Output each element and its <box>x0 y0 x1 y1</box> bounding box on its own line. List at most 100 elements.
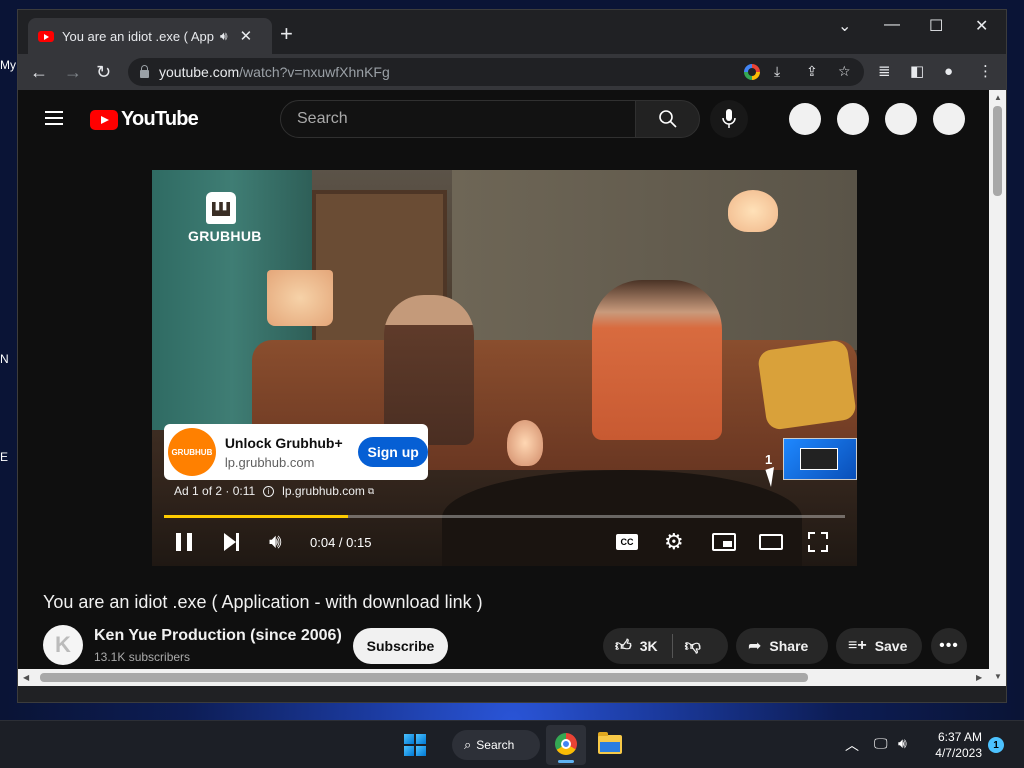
start-button[interactable] <box>404 734 426 756</box>
youtube-favicon-icon <box>38 30 54 42</box>
chevron-up-icon[interactable]: ︿ <box>845 735 859 755</box>
save-label: Save <box>874 638 908 654</box>
ad-avatar[interactable]: GRUBHUB <box>168 428 216 476</box>
header-action-circle[interactable] <box>789 103 821 135</box>
desktop-icon-label[interactable]: E <box>0 450 18 464</box>
address-bar[interactable]: youtube.com /watch?v=nxuwfXhnKFg ⤓ ⇪ ☆ <box>128 58 864 86</box>
speaker-icon[interactable]: 🔊︎ <box>220 29 228 44</box>
horizontal-scroll-thumb[interactable] <box>40 673 808 682</box>
video-player[interactable]: GRUBHUB GRUBHUB Unlock Grubhub+ lp.grubh… <box>152 170 857 566</box>
desktop-icon-label[interactable]: My <box>0 58 18 72</box>
close-window-button[interactable]: ✕ <box>975 16 988 36</box>
tab-strip: You are an idiot .exe ( Application - wi… <box>18 10 1006 54</box>
captions-button[interactable]: CC <box>616 531 638 553</box>
voice-search-button[interactable] <box>710 100 748 138</box>
network-icon[interactable]: 🖵︎ <box>874 735 888 752</box>
channel-avatar[interactable]: K <box>43 625 83 665</box>
like-count[interactable]: 3K <box>640 638 658 654</box>
ad-title[interactable]: Unlock Grubhub+ <box>225 435 352 451</box>
scroll-down-arrow-icon[interactable]: ▼ <box>994 672 1002 681</box>
forward-button[interactable]: → <box>64 60 82 84</box>
youtube-logo[interactable]: YouTube <box>90 108 199 131</box>
progress-bar[interactable] <box>164 515 845 518</box>
channel-name[interactable]: Ken Yue Production (since 2006) <box>94 627 342 645</box>
clock[interactable]: 6:37 AM 4/7/2023 <box>922 729 982 761</box>
up-next-thumbnail[interactable] <box>783 438 857 480</box>
taskbar-search-button[interactable]: ⌕ Search <box>452 730 540 760</box>
up-next-count: 1 <box>765 452 773 467</box>
gear-icon[interactable]: ⚙ <box>664 529 684 554</box>
desktop-icon-label[interactable]: N <box>0 352 18 366</box>
pause-button[interactable] <box>176 531 192 553</box>
scene-pillow <box>756 339 857 431</box>
search-button[interactable] <box>635 100 700 138</box>
scene-pendant-lamp <box>728 190 778 232</box>
hamburger-menu-icon[interactable] <box>45 111 63 125</box>
ad-signup-button[interactable]: Sign up <box>358 437 429 467</box>
header-action-circle[interactable] <box>837 103 869 135</box>
side-panel-icon[interactable]: ◧ <box>910 60 924 84</box>
youtube-play-logo-icon <box>90 109 118 130</box>
tab-search-chevron-icon[interactable]: ⌄ <box>838 16 851 36</box>
google-lens-icon[interactable] <box>744 64 760 80</box>
bookmark-star-icon[interactable]: ☆ <box>838 63 851 80</box>
horizontal-scrollbar[interactable]: ◀ ▶ <box>18 669 990 686</box>
scroll-up-arrow-icon[interactable]: ▲ <box>994 93 1002 102</box>
next-button[interactable] <box>224 531 239 553</box>
scene-lamp <box>267 270 333 326</box>
active-app-indicator <box>558 760 574 763</box>
url-path: /watch?v=nxuwfXhnKFg <box>239 64 390 80</box>
media-controls-icon[interactable]: ≣ <box>878 60 891 84</box>
fullscreen-icon <box>808 532 828 552</box>
account-avatar[interactable] <box>933 103 965 135</box>
scroll-left-arrow-icon[interactable]: ◀ <box>23 673 29 682</box>
tab-close-icon[interactable]: ✕ <box>240 27 253 45</box>
vertical-scrollbar[interactable]: ▲ ▼ <box>989 90 1006 686</box>
taskbar-chrome-button[interactable] <box>546 725 586 765</box>
volume-icon[interactable]: 🔊︎ <box>269 531 282 553</box>
vertical-scroll-thumb[interactable] <box>993 106 1002 196</box>
save-button[interactable]: ≡+ Save <box>836 628 922 664</box>
miniplayer-button[interactable] <box>712 531 736 553</box>
external-link-icon[interactable]: ⧉ <box>368 486 374 497</box>
chrome-menu-icon[interactable]: ⋮ <box>978 60 993 84</box>
fullscreen-button[interactable] <box>808 531 828 553</box>
thumbs-down-icon[interactable]: 👎︎ <box>685 637 701 656</box>
browser-tab-active[interactable]: You are an idiot .exe ( Application - wi… <box>28 18 272 54</box>
search-input[interactable]: Search <box>280 100 636 138</box>
ad-overlay-card[interactable]: GRUBHUB Unlock Grubhub+ lp.grubhub.com S… <box>164 424 429 480</box>
new-tab-button[interactable]: + <box>280 22 293 46</box>
lock-icon[interactable] <box>140 64 149 78</box>
scroll-right-arrow-icon[interactable]: ▶ <box>976 673 982 682</box>
subscribe-button[interactable]: Subscribe <box>353 628 448 664</box>
theater-mode-button[interactable] <box>759 531 783 553</box>
clock-time: 6:37 AM <box>937 730 982 744</box>
info-icon[interactable]: i <box>263 485 275 497</box>
more-actions-button[interactable]: ••• <box>931 628 967 664</box>
scene-person <box>592 280 722 440</box>
install-app-icon[interactable]: ⤓ <box>774 63 780 80</box>
chrome-icon <box>555 733 577 755</box>
notification-badge[interactable]: 1 <box>988 737 1004 753</box>
grubhub-bag-icon <box>206 192 236 224</box>
header-action-circle[interactable] <box>885 103 917 135</box>
profile-icon[interactable]: ● <box>944 60 953 84</box>
maximize-button[interactable]: ☐ <box>929 16 943 36</box>
grubhub-watermark-text: GRUBHUB <box>188 228 262 244</box>
reload-button[interactable]: ↻ <box>96 60 111 84</box>
subscriber-count: 13.1K subscribers <box>94 650 191 664</box>
minimize-button[interactable]: — <box>884 16 900 34</box>
file-explorer-icon[interactable] <box>598 732 622 754</box>
share-arrow-icon: ➦ <box>748 638 762 655</box>
volume-tray-icon[interactable]: 🔊︎ <box>898 735 907 752</box>
back-button[interactable]: ← <box>30 60 48 84</box>
theater-icon <box>759 534 783 550</box>
share-icon[interactable]: ⇪ <box>806 63 818 80</box>
share-button[interactable]: ➦ Share <box>736 628 828 664</box>
like-divider <box>671 634 673 658</box>
microphone-icon <box>722 109 736 128</box>
ad-info-link[interactable]: lp.grubhub.com <box>282 484 365 498</box>
ad-domain[interactable]: lp.grubhub.com <box>225 455 352 470</box>
thumbs-up-icon[interactable]: 👍︎ <box>615 637 632 656</box>
grubhub-watermark: GRUBHUB <box>188 192 262 244</box>
